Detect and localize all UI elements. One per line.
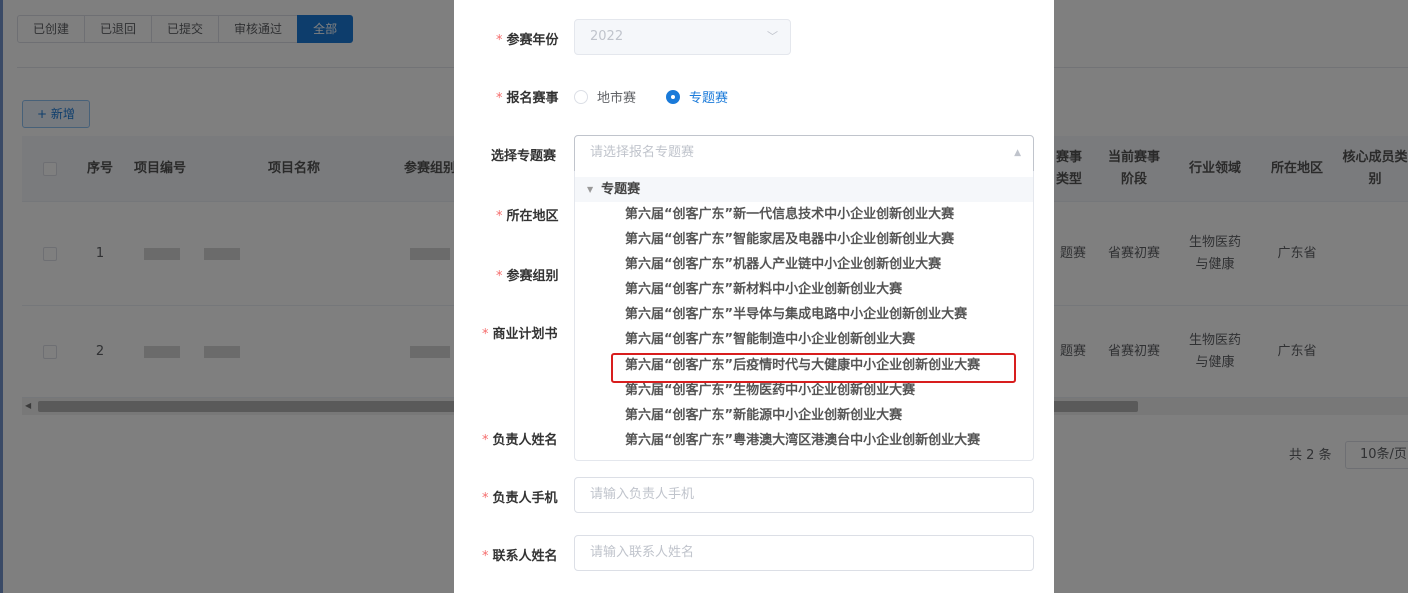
event-label: * 报名赛事 <box>496 87 559 106</box>
dropdown-option[interactable]: 第六届“创客广东”智能家居及电器中小企业创新创业大赛 <box>625 227 954 252</box>
leader-phone-label: * 负责人手机 <box>482 487 558 506</box>
radio-circle-icon[interactable] <box>574 89 588 104</box>
topic-label: 选择专题赛 <box>491 149 557 164</box>
required-mark: * <box>496 33 503 48</box>
topic-select[interactable]: 请选择报名专题赛 ▲ <box>574 135 1034 172</box>
dropdown-option[interactable]: 第六届“创客广东”新能源中小企业创新创业大赛 <box>625 403 902 428</box>
leader-phone-input[interactable]: 请输入负责人手机 <box>574 477 1034 513</box>
leader-phone-placeholder: 请输入负责人手机 <box>590 487 695 502</box>
dropdown-option[interactable]: 第六届“创客广东”粤港澳大湾区港澳台中小企业创新创业大赛 <box>625 428 980 453</box>
plan-label: * 商业计划书 <box>482 323 558 342</box>
contact-name-label-text: 联系人姓名 <box>492 549 558 564</box>
year-value: 2022 <box>590 29 624 44</box>
dropdown-option[interactable]: 第六届“创客广东”机器人产业链中小企业创新创业大赛 <box>625 252 941 277</box>
highlight-annotation-box <box>611 353 1016 383</box>
radio-topic-label: 专题赛 <box>689 91 729 106</box>
region-label: * 所在地区 <box>496 205 559 224</box>
event-radio-group: 地市赛 专题赛 <box>574 87 758 106</box>
required-mark: * <box>482 433 489 448</box>
dropdown-option[interactable]: 第六届“创客广东”智能制造中小企业创新创业大赛 <box>625 327 915 352</box>
sidebar-edge <box>0 0 3 593</box>
leader-name-label-text: 负责人姓名 <box>492 433 558 448</box>
region-label-text: 所在地区 <box>506 209 559 224</box>
leader-name-label: * 负责人姓名 <box>482 429 558 448</box>
caret-up-icon: ▲ <box>1014 148 1021 158</box>
radio-checked-icon[interactable] <box>666 89 681 104</box>
topic-dropdown: ▼ 专题赛 第六届“创客广东”新一代信息技术中小企业创新创业大赛 第六届“创客广东… <box>574 171 1034 461</box>
group-label-text: 参赛组别 <box>506 269 559 284</box>
radio-topic-event[interactable]: 专题赛 <box>666 87 728 106</box>
radio-city-event[interactable]: 地市赛 <box>574 87 636 106</box>
dropdown-option[interactable]: 第六届“创客广东”新一代信息技术中小企业创新创业大赛 <box>625 202 954 227</box>
caret-down-icon: ▼ <box>587 185 594 194</box>
registration-dialog: * 参赛年份 2022 ﹀ * 报名赛事 地市赛 专题赛 选择专题赛 请选择报名专题… <box>454 0 1054 593</box>
dropdown-group-title: 专题赛 <box>601 182 641 197</box>
required-mark: * <box>482 549 489 564</box>
dropdown-option[interactable]: 第六届“创客广东”半导体与集成电路中小企业创新创业大赛 <box>625 302 967 327</box>
contact-name-placeholder: 请输入联系人姓名 <box>590 545 695 560</box>
contact-name-label: * 联系人姓名 <box>482 545 558 564</box>
year-label-text: 参赛年份 <box>506 33 559 48</box>
required-mark: * <box>482 491 489 506</box>
year-select[interactable]: 2022 ﹀ <box>574 19 791 55</box>
required-mark: * <box>496 269 503 284</box>
topic-placeholder: 请选择报名专题赛 <box>590 145 695 160</box>
required-mark: * <box>496 209 503 224</box>
dropdown-group-header[interactable]: ▼ 专题赛 <box>575 177 1033 202</box>
year-label: * 参赛年份 <box>496 29 559 48</box>
dropdown-option[interactable]: 第六届“创客广东”新材料中小企业创新创业大赛 <box>625 277 902 302</box>
required-mark: * <box>496 91 503 106</box>
group-label: * 参赛组别 <box>496 265 559 284</box>
radio-city-label: 地市赛 <box>597 91 637 106</box>
chevron-down-icon: ﹀ <box>767 30 778 43</box>
contact-name-input[interactable]: 请输入联系人姓名 <box>574 535 1034 571</box>
required-mark: * <box>482 327 489 342</box>
leader-phone-label-text: 负责人手机 <box>492 491 558 506</box>
plan-label-text: 商业计划书 <box>492 327 558 342</box>
event-label-text: 报名赛事 <box>506 91 559 106</box>
